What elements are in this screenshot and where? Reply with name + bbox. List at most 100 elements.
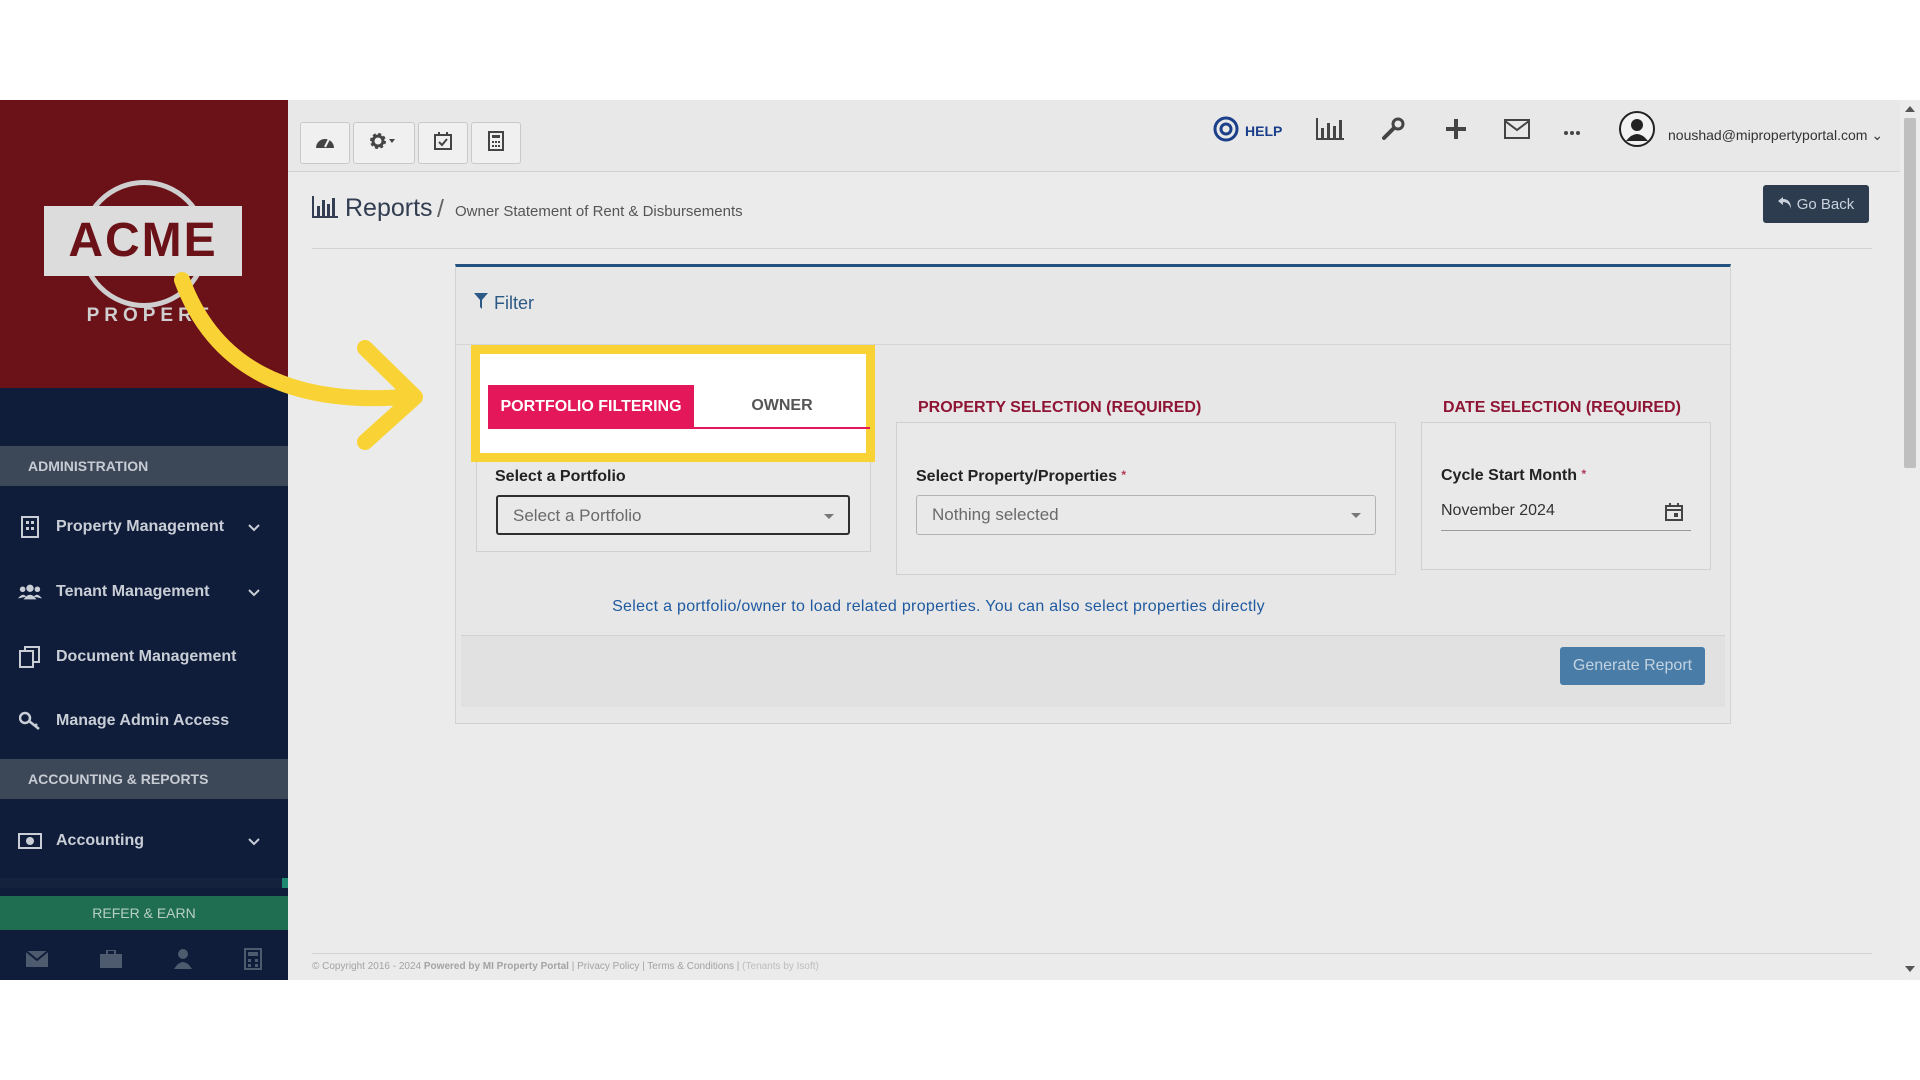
settings-icon — [370, 132, 398, 154]
property-label-text: Select Property/Properties — [916, 468, 1117, 485]
header-divider — [312, 248, 1872, 249]
reports-button[interactable] — [1316, 116, 1344, 146]
user-menu[interactable] — [1619, 110, 1655, 147]
caret-down-icon — [1351, 513, 1361, 518]
page-scrollbar[interactable] — [1900, 100, 1920, 980]
cycle-start-month-input[interactable]: November 2024 — [1441, 495, 1691, 531]
sidebar-item-label: Manage Admin Access — [56, 712, 230, 729]
scroll-up-icon[interactable] — [1905, 106, 1915, 112]
sidebar-item-label: Document Management — [56, 648, 237, 665]
dashboard-button[interactable] — [300, 122, 350, 164]
portfolio-label: Select a Portfolio — [495, 468, 626, 485]
logo-badge: ACME — [44, 206, 242, 276]
tools-button[interactable] — [1381, 116, 1405, 146]
tab-portfolio-filtering[interactable]: PORTFOLIO FILTERING — [488, 385, 694, 429]
reply-icon — [1777, 196, 1792, 213]
annotation-arrow — [174, 272, 423, 450]
sidebar: ACME PROPERT ADMINISTRATION Property Man… — [0, 100, 288, 980]
filter-title-text: Filter — [494, 293, 534, 313]
tenants-note: (Tenants by Isoft) — [742, 961, 819, 972]
user-email[interactable]: noushad@mipropertyportal.com ⌄ — [1668, 127, 1883, 144]
filter-title: Filter — [474, 293, 534, 314]
calculator-icon — [488, 130, 504, 156]
calendar-icon[interactable] — [1665, 501, 1683, 533]
property-select[interactable]: Nothing selected — [916, 495, 1376, 535]
chevron-down-icon: ⌄ — [1871, 127, 1884, 143]
chevron-down-icon — [248, 519, 260, 537]
go-back-label: Go Back — [1796, 195, 1855, 213]
required-mark: * — [1581, 467, 1587, 481]
highlight-box: PORTFOLIO FILTERING OWNER — [471, 345, 875, 462]
help-button[interactable]: HELP — [1213, 116, 1282, 146]
chevron-down-icon — [248, 584, 260, 602]
filter-icon — [474, 293, 488, 314]
portfolio-placeholder: Select a Portfolio — [513, 506, 642, 525]
sidebar-item-manage-admin-access[interactable]: Manage Admin Access — [0, 693, 288, 749]
filter-panel: Filter Select a Portfolio Select a Portf… — [455, 264, 1731, 724]
portfolio-select[interactable]: Select a Portfolio — [496, 495, 850, 535]
logo-text: ACME — [68, 214, 218, 267]
go-back-button[interactable]: Go Back — [1763, 185, 1869, 223]
sidebar-divider — [0, 878, 288, 888]
sidebar-item-property-management[interactable]: Property Management — [0, 499, 288, 555]
sidebar-item-tenant-management[interactable]: Tenant Management — [0, 564, 288, 620]
dashboard-icon — [315, 133, 335, 154]
more-icon — [1564, 122, 1580, 140]
settings-dropdown-button[interactable] — [353, 122, 415, 164]
top-bar: HELP noushad@mipropertyportal.com ⌄ — [288, 100, 1920, 172]
tab-owner[interactable]: OWNER — [694, 385, 870, 429]
user-icon[interactable] — [174, 948, 192, 974]
filter-panel-header: Filter — [456, 267, 1730, 345]
messages-button[interactable] — [1504, 116, 1530, 146]
generate-report-button[interactable]: Generate Report — [1560, 647, 1705, 685]
refer-earn-button[interactable]: REFER & EARN — [0, 896, 288, 930]
date-label: Cycle Start Month * — [1441, 467, 1586, 485]
calculator-button[interactable] — [471, 122, 521, 164]
sidebar-item-label: Property Management — [56, 518, 225, 535]
more-button[interactable] — [1564, 116, 1580, 146]
calendar-check-icon — [434, 131, 452, 155]
copyright-text: © Copyright 2016 - 2024 — [312, 961, 422, 972]
help-label: HELP — [1245, 123, 1283, 139]
sidebar-item-label: Accounting — [56, 832, 144, 849]
calendar-button[interactable] — [418, 122, 468, 164]
filter-hint: Select a portfolio/owner to load related… — [612, 598, 1265, 615]
powered-by[interactable]: Powered by MI Property Portal — [424, 961, 569, 972]
date-value: November 2024 — [1441, 502, 1555, 519]
filter-actions — [461, 635, 1725, 707]
breadcrumb-separator: / — [437, 195, 444, 223]
users-icon — [18, 580, 42, 604]
copyright: © Copyright 2016 - 2024 Powered by MI Pr… — [312, 961, 819, 972]
scroll-down-icon[interactable] — [1905, 966, 1915, 972]
footer-divider — [312, 953, 1872, 954]
building-icon — [18, 515, 42, 539]
calculator-icon[interactable] — [244, 947, 262, 975]
property-selected-value: Nothing selected — [932, 505, 1059, 524]
footer-links[interactable]: | Privacy Policy | Terms & Conditions | — [572, 961, 740, 972]
add-button[interactable] — [1446, 116, 1466, 146]
briefcase-icon[interactable] — [100, 948, 122, 973]
page-title: Reports — [345, 194, 433, 222]
breadcrumb-current: Owner Statement of Rent & Disbursements — [455, 203, 743, 220]
section-accounting-reports: ACCOUNTING & REPORTS — [0, 759, 288, 799]
sidebar-bottom-bar — [0, 942, 288, 980]
avatar — [1619, 110, 1655, 152]
required-mark: * — [1121, 468, 1127, 482]
sidebar-item-document-management[interactable]: Document Management — [0, 629, 288, 685]
sidebar-scroll-indicator — [282, 878, 288, 888]
key-icon — [18, 709, 42, 733]
property-label: Select Property/Properties * — [916, 468, 1126, 486]
wrench-icon — [1381, 117, 1405, 146]
documents-icon — [18, 645, 42, 669]
sidebar-item-label: Tenant Management — [56, 583, 210, 600]
lifebuoy-icon — [1213, 116, 1239, 147]
reports-icon — [312, 196, 338, 223]
plus-icon — [1446, 118, 1466, 144]
bar-chart-icon — [1316, 117, 1344, 145]
app-window: ACME PROPERT ADMINISTRATION Property Man… — [0, 100, 1920, 980]
mail-icon[interactable] — [25, 949, 49, 972]
chevron-down-icon — [248, 833, 260, 851]
sidebar-item-accounting[interactable]: Accounting — [0, 813, 288, 869]
scroll-thumb[interactable] — [1904, 118, 1916, 468]
date-label-text: Cycle Start Month — [1441, 467, 1578, 484]
